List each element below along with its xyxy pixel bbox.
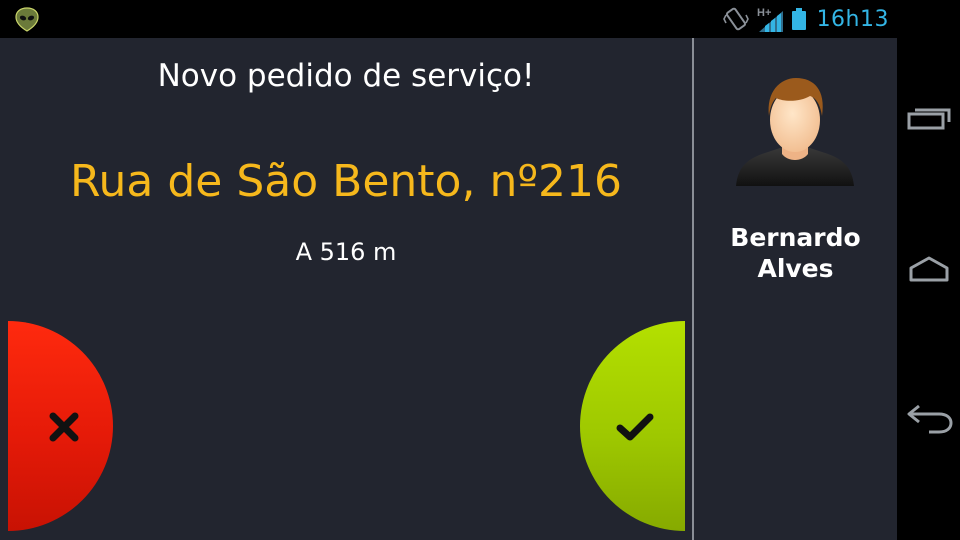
request-panel: Novo pedido de serviço! Rua de São Bento… bbox=[0, 38, 692, 540]
battery-icon bbox=[791, 7, 807, 31]
status-bar: H+ 16h13 bbox=[0, 0, 897, 38]
network-label: H+ bbox=[757, 7, 771, 19]
client-last-name: Alves bbox=[757, 254, 834, 283]
recent-apps-icon[interactable] bbox=[907, 100, 951, 136]
vibrate-icon bbox=[722, 6, 749, 32]
close-icon bbox=[48, 411, 80, 448]
signal-icon: H+ bbox=[755, 5, 785, 33]
app-alien-icon[interactable] bbox=[14, 6, 40, 32]
user-avatar-icon bbox=[734, 74, 856, 192]
status-icons: H+ 16h13 bbox=[722, 4, 889, 34]
navigation-bar bbox=[897, 0, 960, 540]
client-panel: Bernardo Alves bbox=[694, 38, 897, 540]
pickup-address: Rua de São Bento, nº216 bbox=[69, 156, 623, 207]
distance-label: A 516 m bbox=[295, 238, 397, 266]
checkmark-icon bbox=[616, 411, 654, 448]
status-time: 16h13 bbox=[816, 6, 889, 32]
back-icon[interactable] bbox=[907, 400, 953, 436]
request-title: Novo pedido de serviço! bbox=[157, 58, 535, 94]
client-first-name: Bernardo bbox=[730, 223, 861, 252]
reject-button[interactable] bbox=[8, 321, 113, 531]
accept-button[interactable] bbox=[580, 321, 685, 531]
client-name: Bernardo Alves bbox=[694, 222, 897, 284]
home-icon[interactable] bbox=[907, 252, 951, 288]
